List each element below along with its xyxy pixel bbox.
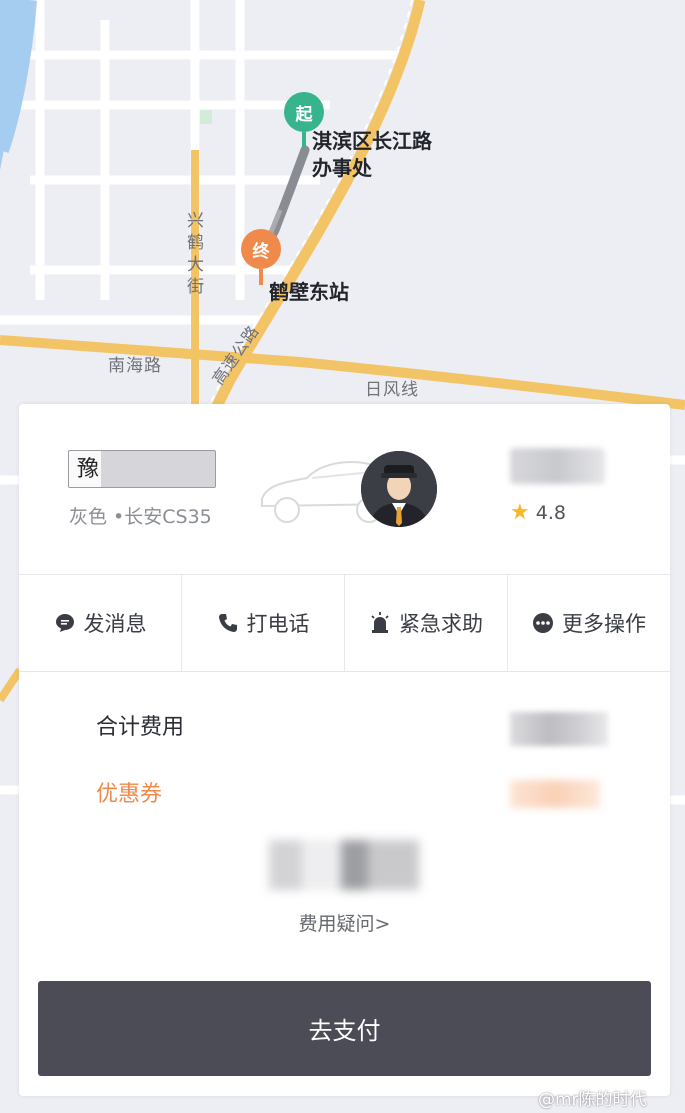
driver-avatar-icon[interactable] [361, 451, 437, 527]
coupon-label[interactable]: 优惠券 [96, 776, 162, 808]
send-message-button[interactable]: 发消息 [19, 575, 182, 671]
start-place-line2: 办事处 [312, 156, 372, 180]
start-marker-icon: 起 [284, 92, 324, 132]
call-button[interactable]: 打电话 [182, 575, 345, 671]
pay-button[interactable]: 去支付 [38, 981, 651, 1076]
alarm-icon [369, 612, 391, 634]
action-bar: 发消息 打电话 紧急求助 更多操作 [19, 574, 670, 672]
driver-rating: ★ 4.8 [510, 500, 566, 525]
start-pin-stem [302, 132, 306, 148]
more-icon [532, 612, 554, 634]
road-label-xinghe: 兴鹤大街 [187, 211, 205, 297]
emergency-button[interactable]: 紧急求助 [345, 575, 508, 671]
send-message-label: 发消息 [83, 612, 147, 636]
call-label: 打电话 [246, 612, 310, 636]
road-label-nanhai: 南海路 [108, 356, 162, 376]
more-actions-label: 更多操作 [562, 612, 646, 636]
road-label-rifeng: 日风线 [365, 380, 419, 400]
end-place-label: 鹤壁东站 [269, 280, 349, 304]
watermark: @mr陈的时代 [538, 1090, 647, 1110]
start-place-label: 淇滨区长江路 办事处 [312, 128, 432, 182]
message-icon [54, 612, 76, 634]
end-pin-stem [259, 269, 263, 285]
phone-icon [217, 612, 239, 634]
trip-card: 豫 灰色 •长安CS35 ★ 4.8 发消息 打电话 紧急求助 更多操作 合计费… [19, 404, 670, 1096]
rating-value: 4.8 [535, 501, 566, 524]
license-plate: 豫 [68, 450, 216, 488]
more-actions-button[interactable]: 更多操作 [508, 575, 670, 671]
total-fee-value-blurred [510, 712, 608, 746]
license-plate-prefix: 豫 [77, 457, 100, 482]
end-marker-icon: 终 [241, 229, 281, 269]
payable-amount-blurred [269, 840, 419, 890]
fee-question-link[interactable]: 费用疑问> [19, 909, 670, 936]
total-fee-label: 合计费用 [96, 715, 185, 740]
emergency-label: 紧急求助 [399, 612, 483, 636]
driver-info: 豫 灰色 •长安CS35 ★ 4.8 [19, 404, 670, 574]
coupon-value-blurred[interactable] [510, 780, 600, 808]
car-description: 灰色 •长安CS35 [69, 506, 212, 528]
star-icon: ★ [510, 500, 530, 525]
start-place-line1: 淇滨区长江路 [312, 129, 432, 153]
driver-name-blurred [510, 448, 605, 484]
